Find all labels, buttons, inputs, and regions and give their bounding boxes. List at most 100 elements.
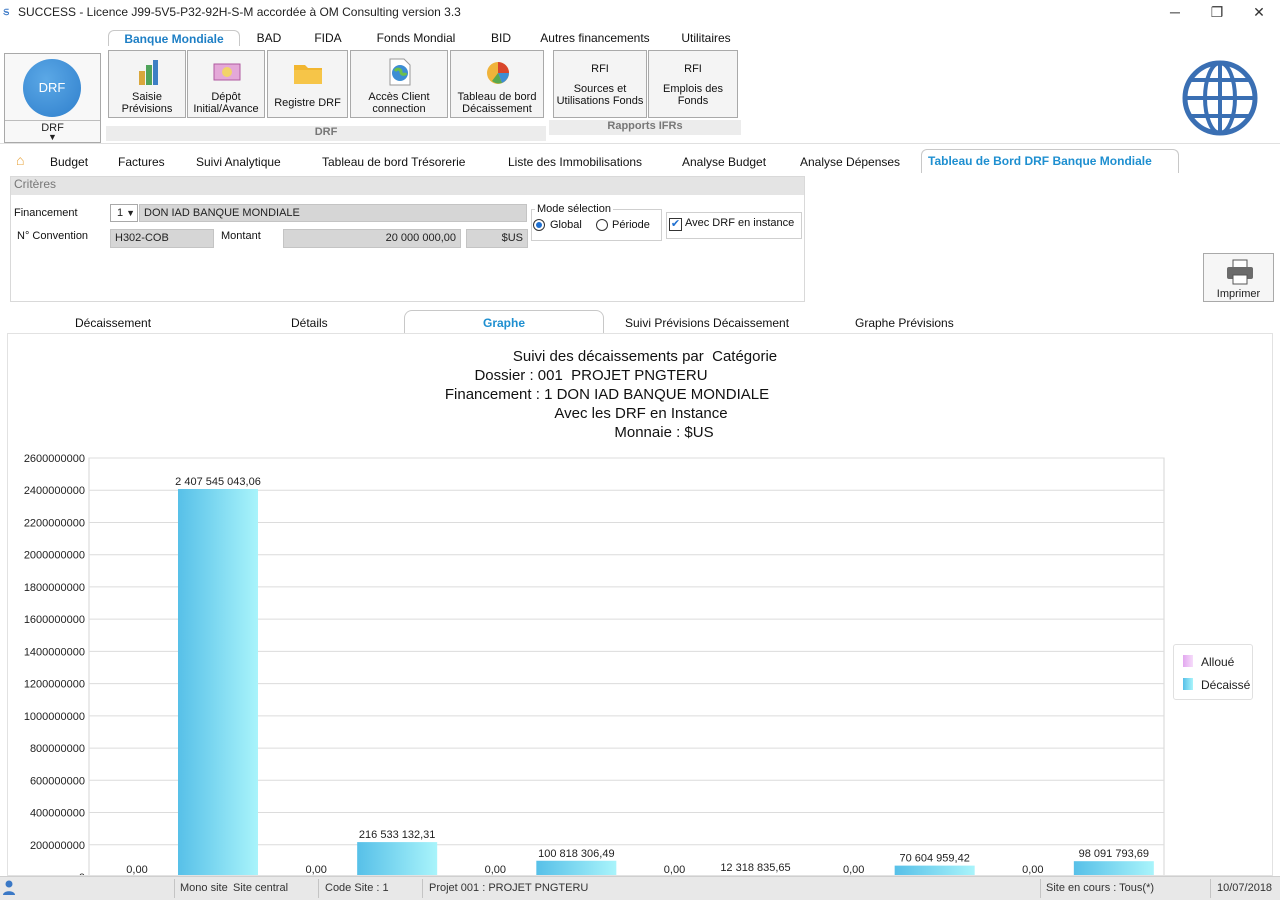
tab-tableau-tresorerie[interactable]: Tableau de bord Trésorerie <box>322 153 465 173</box>
tableau-label-2: Décaissement <box>462 103 532 115</box>
globe-icon <box>1182 60 1258 136</box>
home-icon[interactable]: ⌂ <box>16 152 34 170</box>
y-tick-label: 800000000 <box>30 743 85 755</box>
ribbon-tab-fonds-mondial[interactable]: Fonds Mondial <box>372 30 460 47</box>
criteria-title: Critères <box>11 177 804 195</box>
ribbon-tab-banque-mondiale[interactable]: Banque Mondiale <box>108 30 240 47</box>
close-button[interactable]: ✕ <box>1236 0 1280 24</box>
tab-suivi-analytique[interactable]: Suivi Analytique <box>196 153 281 173</box>
maximize-button[interactable]: ❐ <box>1194 0 1240 24</box>
tab-immobilisations[interactable]: Liste des Immobilisations <box>508 153 642 173</box>
tab-tableau-drf-banque-mondiale[interactable]: Tableau de Bord DRF Banque Mondiale <box>921 149 1179 173</box>
ribbon-tab-bid[interactable]: BID <box>484 30 518 47</box>
tableau-label-1: Tableau de bord <box>457 91 537 103</box>
tab-factures[interactable]: Factures <box>118 153 165 173</box>
legend-label-alloue: Alloué <box>1201 655 1235 669</box>
y-tick-label: 2600000000 <box>24 453 85 465</box>
title-bar: ಽ SUCCESS - Licence J99-5V5-P32-92H-S-M … <box>0 0 1280 24</box>
status-site-en-cours: Site en cours : Tous(*) <box>1046 882 1155 894</box>
data-label-decaisse: 70 604 959,42 <box>899 853 969 865</box>
data-label-decaisse: 2 407 545 043,06 <box>175 476 261 488</box>
globe-document-icon <box>389 58 411 86</box>
criteria-panel: Critères Financement 1 ▼ DON IAD BANQUE M… <box>10 176 805 302</box>
financement-select[interactable]: 1 ▼ <box>110 204 138 222</box>
chart-legend: Alloué Décaissé <box>1173 644 1253 700</box>
depot-initial-button[interactable]: Dépôt Initial/Avance <box>187 50 265 118</box>
status-site-central: Site central <box>233 882 289 894</box>
imprimer-button[interactable]: Imprimer <box>1203 253 1274 302</box>
bar-decaisse <box>536 860 617 875</box>
radio-global[interactable] <box>533 219 545 231</box>
money-stack-icon <box>139 60 158 85</box>
rfi-label-1: RFI <box>591 63 609 75</box>
tab-graphe[interactable]: Graphe <box>404 310 604 334</box>
ribbon-tab-utilitaires[interactable]: Utilitaires <box>674 30 738 47</box>
drf-dropdown-button[interactable]: DRF DRF ▼ <box>4 53 101 143</box>
registre-label: Registre DRF <box>274 97 341 109</box>
data-label-alloue: 0,00 <box>664 864 685 876</box>
data-label-alloue: 0,00 <box>305 864 326 876</box>
radio-global-label: Global <box>550 219 582 231</box>
legend-swatch-alloue <box>1183 655 1193 667</box>
acces-client-button[interactable]: Accès Client connection <box>350 50 448 118</box>
data-label-decaisse: 12 318 835,65 <box>720 862 790 874</box>
bar-decaisse <box>1073 861 1154 875</box>
y-tick-label: 2400000000 <box>24 485 85 497</box>
convention-label: N° Convention <box>17 230 89 242</box>
saisie-label-1: Saisie <box>132 91 162 103</box>
rfi-sources-label-2: Utilisations Fonds <box>556 95 644 107</box>
ribbon-tab-fida[interactable]: FIDA <box>308 30 348 47</box>
depot-label-2: Initial/Avance <box>193 103 259 115</box>
acces-label-2: connection <box>372 103 426 115</box>
ribbon: DRF DRF ▼ Saisie Prévisions Dépôt Initial/… <box>0 46 1280 144</box>
y-tick-label: 600000000 <box>30 775 85 787</box>
tableau-bord-decaissement-button[interactable]: Tableau de bord Décaissement <box>450 50 544 118</box>
rfi-emplois-label-1: Emplois des <box>663 83 723 95</box>
ribbon-tab-bad[interactable]: BAD <box>250 30 288 47</box>
registre-drf-button[interactable]: Registre DRF <box>267 50 348 118</box>
currency-field: $US <box>466 229 528 248</box>
radio-periode-label: Période <box>612 219 650 231</box>
y-tick-label: 2200000000 <box>24 517 85 529</box>
montant-field: 20 000 000,00 <box>283 229 461 248</box>
ribbon-tab-autres-financements[interactable]: Autres financements <box>536 30 654 47</box>
y-tick-label: 1200000000 <box>24 679 85 691</box>
tab-analyse-budget[interactable]: Analyse Budget <box>682 153 766 173</box>
status-projet: Projet 001 : PROJET PNGTERU <box>429 882 589 894</box>
chevron-down-icon: ▼ <box>48 132 57 142</box>
radio-periode[interactable] <box>596 219 608 231</box>
montant-label: Montant <box>221 230 261 242</box>
y-tick-label: 1800000000 <box>24 582 85 594</box>
bar-decaisse <box>894 865 975 875</box>
bar-chart: 2600000000240000000022000000002000000000… <box>24 453 1165 876</box>
saisie-previsions-button[interactable]: Saisie Prévisions <box>108 50 186 118</box>
avec-drf-checkbox[interactable]: ✔ <box>669 218 682 231</box>
status-date: 10/07/2018 <box>1217 882 1273 894</box>
rfi-emplois-button[interactable]: RFI Emplois des Fonds <box>648 50 738 118</box>
rfi-sources-button[interactable]: RFI Sources et Utilisations Fonds <box>553 50 647 118</box>
tab-decaissement[interactable]: Décaissement <box>75 313 151 334</box>
pie-chart-icon <box>487 62 509 84</box>
tab-suivi-previsions[interactable]: Suivi Prévisions Décaissement <box>625 313 789 334</box>
status-mono-site: Mono site <box>180 882 228 894</box>
rfi-sources-label-1: Sources et <box>573 83 627 95</box>
group-label-drf: DRF <box>106 126 546 141</box>
group-label-rfi: Rapports IFRs <box>549 120 741 135</box>
tab-details[interactable]: Détails <box>291 313 328 334</box>
tab-graphe-previsions[interactable]: Graphe Prévisions <box>855 313 954 334</box>
tab-budget[interactable]: Budget <box>50 153 88 173</box>
data-label-decaisse: 216 533 132,31 <box>359 829 435 841</box>
app-logo-icon: ಽ <box>3 4 10 18</box>
tab-analyse-depenses[interactable]: Analyse Dépenses <box>800 153 900 173</box>
bar-decaisse <box>357 842 438 875</box>
acces-label-1: Accès Client <box>368 91 430 103</box>
rfi-label-2: RFI <box>684 63 702 75</box>
imprimer-label: Imprimer <box>1216 288 1261 300</box>
data-label-decaisse: 98 091 793,69 <box>1079 848 1149 860</box>
user-icon <box>3 880 15 896</box>
drf-circle-icon: DRF <box>23 59 81 117</box>
legend-swatch-decaisse <box>1183 678 1193 690</box>
printer-icon <box>1227 259 1253 285</box>
data-label-alloue: 0,00 <box>1022 864 1043 876</box>
minimize-button[interactable]: ─ <box>1152 0 1198 24</box>
